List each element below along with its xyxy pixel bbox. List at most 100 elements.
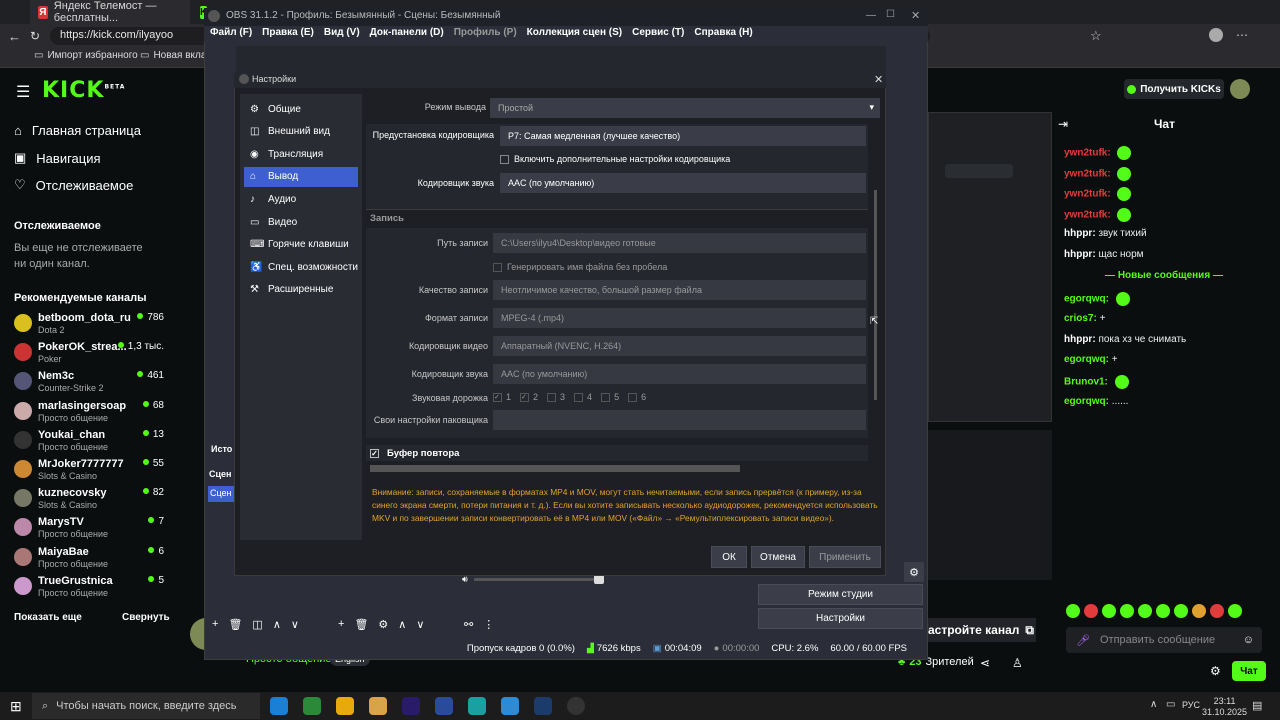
up-icon[interactable]: ∧ [273,618,281,631]
obs-menu-item[interactable]: Сервис (T) [632,27,684,41]
checkbox-box[interactable]: ✓ [493,392,502,402]
edge-icon[interactable] [270,697,288,715]
minimize-icon[interactable]: — [866,10,876,21]
ok-button[interactable]: ОК [711,546,747,568]
get-kicks-button[interactable]: Получить KICKs [1124,79,1224,99]
replay-buffer-checkbox[interactable]: ✓ Буфер повтора [370,448,459,459]
nav-following[interactable]: ♡ Отслеживаемое [14,177,133,193]
obs-settings-button[interactable]: Настройки [758,608,923,629]
back-icon[interactable]: ← [8,29,21,44]
recommended-channel[interactable]: Nem3c Counter-Strike 2 461 [14,370,164,399]
add-icon[interactable]: + [338,618,344,630]
horizontal-scrollbar[interactable] [370,465,740,472]
more-icon[interactable]: ⋮ [483,618,494,631]
video-encoder-select[interactable]: Аппаратный (NVENC, H.264) [493,336,866,356]
recommended-channel[interactable]: betboom_dota_ru Dota 2 786 [14,312,164,341]
nav-home[interactable]: ⌂ Главная страница [14,123,141,138]
chat-username[interactable]: Brunov1: [1064,377,1108,388]
muxer-field[interactable] [493,410,866,430]
settings-nav-item[interactable]: ⚙ Общие [244,99,358,119]
adv-encoder-checkbox[interactable]: Включить дополнительные настройки кодиро… [500,154,730,164]
chrome-icon[interactable] [303,697,321,715]
settings-nav-item[interactable]: ⌨ Горячие клавиши [244,235,358,255]
file-explorer-icon[interactable] [369,697,387,715]
no-space-checkbox[interactable]: Генерировать имя файла без пробела [493,262,667,272]
chat-settings-icon[interactable]: ⚙ [1210,664,1221,678]
checkbox-box[interactable] [628,392,638,402]
hamburger-menu-icon[interactable]: ☰ [16,82,30,102]
chat-username[interactable]: ywn2tufk: [1064,148,1111,159]
trash-icon[interactable]: 🗑︎ [354,618,368,631]
checkbox-box[interactable] [500,154,509,164]
emote-icon[interactable] [1102,604,1116,618]
bookmark-import[interactable]: ▭ Импорт избранного [34,50,138,61]
telegram-icon[interactable] [501,697,519,715]
settings-close-icon[interactable]: ✕ [874,73,883,86]
chat-username[interactable]: egorqwq: [1064,396,1109,407]
volume-slider[interactable] [473,574,604,584]
chat-username[interactable]: ywn2tufk: [1064,209,1111,220]
gear-icon[interactable]: ⚙ [378,618,388,631]
settings-nav-item[interactable]: ♿ Спец. возможности [244,257,358,277]
audio-track-checkbox[interactable]: ✓ 2 [520,392,538,402]
show-more-link[interactable]: Показать еще [14,612,82,623]
chat-username[interactable]: ywn2tufk: [1064,189,1111,200]
scene-item[interactable]: Сцен [208,486,234,502]
emote-icon[interactable] [1174,604,1188,618]
settings-nav-item[interactable]: ♪ Аудио [244,189,358,209]
chat-username[interactable]: hhppr: [1064,334,1096,345]
photoshop-icon[interactable] [435,697,453,715]
reload-icon[interactable]: ↻ [30,29,40,43]
recommended-channel[interactable]: marlasingersoap Просто общение 68 [14,400,164,429]
clock[interactable]: 23:11 31.10.2025 [1202,696,1247,718]
output-mode-select[interactable]: Простой ▾ [490,98,880,118]
bookmark-newtab[interactable]: ▭ Новая вклад [140,50,212,61]
chat-username[interactable]: ywn2tufk: [1064,168,1111,179]
cancel-button[interactable]: Отмена [751,546,805,568]
checkbox-box[interactable] [601,392,611,402]
sources-tab[interactable]: Исто [211,444,232,454]
studio-mode-button[interactable]: Режим студии [758,584,923,605]
close-icon[interactable]: ✕ [911,9,920,22]
user-avatar[interactable] [1230,79,1250,99]
taskbar-search[interactable]: ⌕ Чтобы начать поиск, введите здесь [32,693,260,719]
checkbox-box[interactable] [574,392,584,402]
check-icon[interactable]: ✓ [370,449,379,458]
obs-menu-item[interactable]: Коллекция сцен (S) [527,27,622,41]
controls-gear-icon[interactable]: ⚙ [904,562,924,582]
more-menu-icon[interactable]: ⋯ [1236,28,1248,42]
chat-username[interactable]: egorqwq: [1064,294,1109,305]
obs-menu-item[interactable]: Правка (E) [262,27,314,41]
checkbox-box[interactable] [493,262,502,272]
emote-icon[interactable] [1156,604,1170,618]
emoji-icon[interactable]: ☺ [1243,634,1254,646]
kick-logo[interactable]: KICKBETA [42,78,125,103]
trash-icon[interactable]: 🗑︎ [228,618,242,631]
rec-audio-encoder-select[interactable]: AAC (по умолчанию) [493,364,866,384]
chat-username[interactable]: egorqwq: [1064,354,1109,365]
settings-nav-item[interactable]: ⌂ Вывод [244,166,358,187]
obs-menu-item[interactable]: Док-панели (D) [370,27,444,41]
browser-tab[interactable]: Я Яндекс Телемост — бесплатны... [30,0,190,24]
obs-menu-item[interactable]: Профиль (P) [454,27,517,41]
recommended-channel[interactable]: MrJoker7777777 Slots & Casino 55 [14,458,164,487]
rec-path-field[interactable]: C:\Users\ilyu4\Desktop\видео готовые [493,233,866,253]
settings-nav-item[interactable]: ⚒ Расширенные [244,280,358,300]
filter-icon[interactable]: ◫ [252,618,262,631]
chat-username[interactable]: crios7: [1064,313,1097,324]
chat-input[interactable]: 🎤︎ Отправить сообщение ☺ [1066,627,1262,653]
preset-select[interactable]: P7: Самая медленная (лучшее качество) [500,126,866,146]
chat-username[interactable]: hhppr: [1064,228,1096,239]
recommended-channel[interactable]: PokerOK_strea... Poker 1,3 тыс. [14,341,164,370]
obs-menu-item[interactable]: Вид (V) [324,27,360,41]
user-add-icon[interactable]: ♙ [1012,656,1023,670]
maximize-icon[interactable]: ☐ [886,9,895,20]
recommended-channel[interactable]: Youkai_chan Просто общение 13 [14,429,164,458]
recommended-channel[interactable]: MarysTV Просто общение 7 [14,516,164,545]
recommended-channel[interactable]: MaiyaBae Просто общение 6 [14,546,164,575]
checkbox-box[interactable]: ✓ [520,392,530,402]
emote-icon[interactable] [1138,604,1152,618]
audio-track-checkbox[interactable]: ✓ 1 [493,392,511,402]
link-icon[interactable]: ⚯ [464,618,473,631]
up-icon[interactable]: ∧ [398,618,406,631]
